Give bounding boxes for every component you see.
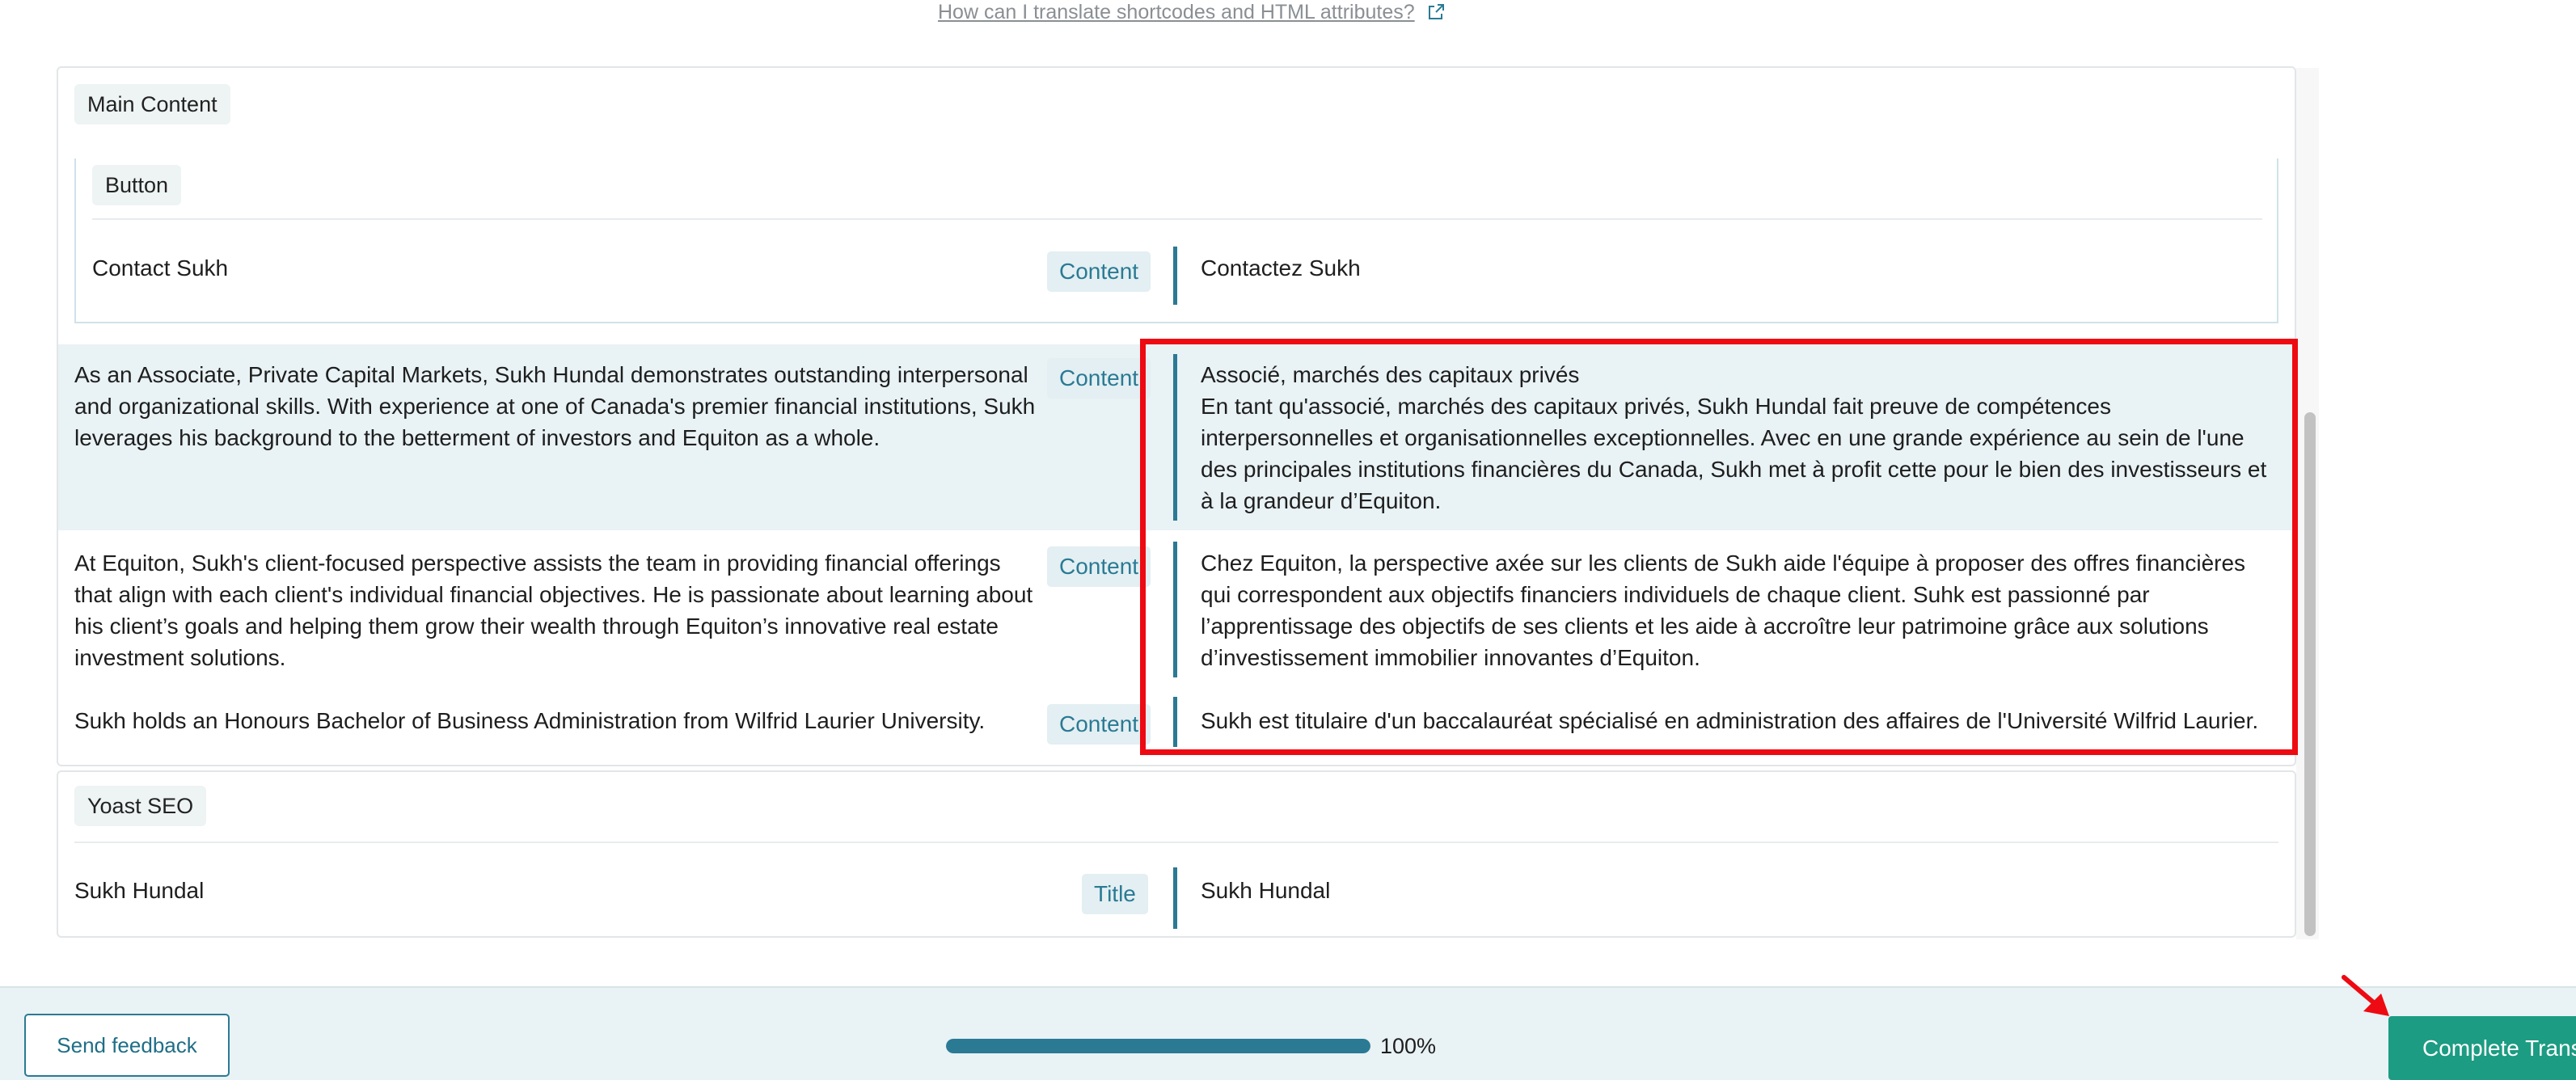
field-type-badge: Content xyxy=(1047,358,1151,399)
source-text: At Equiton, Sukh's client-focused perspe… xyxy=(74,551,1033,670)
annotation-arrow-icon xyxy=(2342,975,2389,1016)
button-group-title: Button xyxy=(92,165,182,205)
button-group-divider xyxy=(92,218,2262,220)
progress-bar xyxy=(946,1039,1370,1053)
yoast-divider xyxy=(74,842,2278,843)
complete-translation-button[interactable]: Complete Translation xyxy=(2388,1016,2576,1080)
annotation-highlight-box xyxy=(1140,339,2298,755)
source-text: Sukh Hundal xyxy=(74,878,205,903)
shortcodes-help-link[interactable]: How can I translate shortcodes and HTML … xyxy=(938,0,1446,24)
field-type-badge: Content xyxy=(1047,546,1151,587)
translation-field[interactable]: Contactez Sukh xyxy=(1201,252,2276,284)
progress-bar-fill xyxy=(946,1039,1370,1053)
field-type-badge: Title xyxy=(1082,874,1148,914)
source-text: Sukh holds an Honours Bachelor of Busine… xyxy=(74,708,986,733)
footer-bar xyxy=(0,986,2576,1080)
translation-indicator xyxy=(1173,867,1177,929)
progress-label: 100% xyxy=(1380,1034,1437,1058)
external-link-icon xyxy=(1428,4,1444,19)
yoast-seo-title: Yoast SEO xyxy=(74,786,207,826)
send-feedback-button[interactable]: Send feedback xyxy=(24,1014,230,1077)
field-type-badge: Content xyxy=(1047,251,1151,292)
translation-indicator xyxy=(1173,247,1177,305)
help-link-text[interactable]: How can I translate shortcodes and HTML … xyxy=(938,1,1415,24)
translation-field[interactable]: Sukh Hundal xyxy=(1201,875,2276,906)
main-content-title: Main Content xyxy=(74,84,230,124)
source-text: As an Associate, Private Capital Markets… xyxy=(74,362,1036,450)
source-text: Contact Sukh xyxy=(92,255,229,281)
scrollbar-thumb[interactable] xyxy=(2304,412,2316,936)
field-type-badge: Content xyxy=(1047,704,1151,745)
